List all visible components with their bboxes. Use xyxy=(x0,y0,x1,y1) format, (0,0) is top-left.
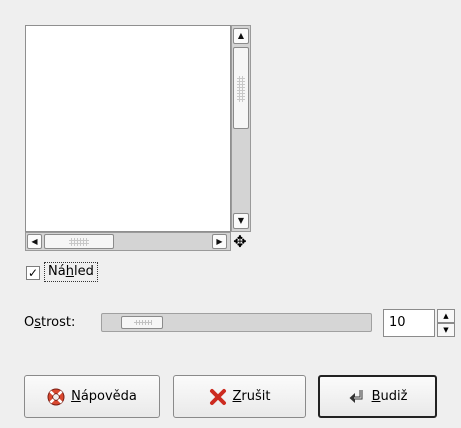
sharpness-value[interactable]: 10 xyxy=(389,314,406,332)
scroll-down-arrow-icon[interactable]: ▼ xyxy=(233,213,249,229)
ok-button[interactable]: Budiž xyxy=(318,375,437,418)
four-way-arrow-icon[interactable]: ✥ xyxy=(232,234,248,250)
grip-icon xyxy=(69,238,89,246)
spin-up-arrow-icon[interactable]: ▲ xyxy=(437,309,455,323)
label-mnemonic: N xyxy=(71,388,81,404)
lifebuoy-icon xyxy=(47,388,65,406)
preview-canvas[interactable] xyxy=(25,25,231,232)
scroll-up-arrow-icon[interactable]: ▲ xyxy=(233,28,249,44)
preview-horizontal-scrollbar[interactable]: ◀ ▶ xyxy=(25,232,231,251)
ok-button-label: Budiž xyxy=(372,388,408,406)
sharpness-label: Ostrost: xyxy=(24,314,75,332)
label-part: Ná xyxy=(48,264,66,279)
label-part: udiž xyxy=(380,388,408,404)
label-part: O xyxy=(24,315,35,330)
label-mnemonic: s xyxy=(34,315,42,330)
horizontal-scroll-thumb[interactable] xyxy=(44,234,114,249)
grip-icon xyxy=(237,76,245,102)
label-part: led xyxy=(73,264,94,279)
checkmark-icon: ✓ xyxy=(27,266,39,280)
scroll-left-arrow-icon[interactable]: ◀ xyxy=(27,234,42,249)
cancel-button-label: Zrušit xyxy=(233,388,271,406)
spin-down-arrow-icon[interactable]: ▼ xyxy=(437,323,455,337)
red-x-icon xyxy=(209,388,227,406)
cancel-button[interactable]: Zrušit xyxy=(173,375,306,418)
label-mnemonic: h xyxy=(65,264,74,279)
return-arrow-icon xyxy=(348,388,366,406)
label-part: ápověda xyxy=(80,388,137,404)
sharpness-slider-thumb[interactable] xyxy=(121,316,163,329)
preview-checkbox-label[interactable]: Náhled xyxy=(44,262,98,282)
label-part: trost: xyxy=(41,315,76,330)
scroll-right-arrow-icon[interactable]: ▶ xyxy=(212,234,227,249)
vertical-scroll-thumb[interactable] xyxy=(233,47,249,129)
help-button[interactable]: Nápověda xyxy=(24,375,160,418)
help-button-label: Nápověda xyxy=(71,388,137,406)
grip-icon xyxy=(134,320,152,325)
preview-checkbox[interactable]: ✓ xyxy=(26,266,40,280)
label-part: rušit xyxy=(241,388,271,404)
sharpness-slider[interactable] xyxy=(101,313,372,332)
preview-vertical-scrollbar[interactable]: ▲ ▼ xyxy=(231,25,251,232)
